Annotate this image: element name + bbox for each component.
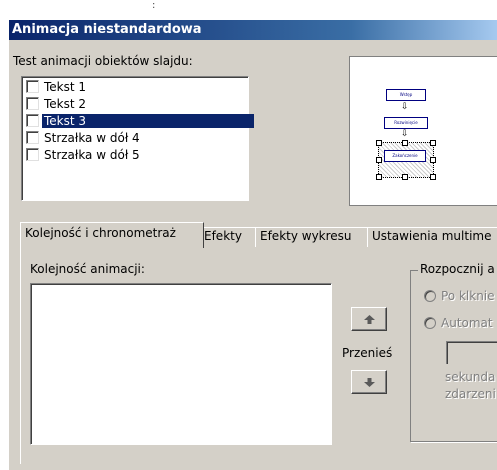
move-up-button[interactable] bbox=[351, 307, 387, 331]
list-item-label: Tekst 1 bbox=[44, 79, 87, 94]
radio-automatic[interactable] bbox=[424, 317, 436, 329]
seconds-input[interactable] bbox=[446, 341, 497, 364]
radio-on-click[interactable] bbox=[424, 290, 436, 302]
event-label: zdarzeni bbox=[445, 387, 496, 401]
slide-preview: Wstęp ⇩ Rozwinięcie ⇩ Zakończenie bbox=[349, 56, 497, 206]
tab-order-timing[interactable]: Kolejność i chronometraż bbox=[20, 222, 204, 248]
animation-order-label: Kolejność animacji: bbox=[30, 262, 145, 276]
preview-box-body: Rozwinięcie bbox=[384, 117, 428, 129]
tab-label: Efekty wykresu bbox=[260, 229, 352, 243]
preview-box-label: Rozwinięcie bbox=[394, 120, 418, 125]
arrow-down-icon bbox=[363, 377, 375, 387]
selection-handle bbox=[402, 140, 408, 146]
list-item-strzalka-4[interactable]: Strzałka w dół 4 bbox=[24, 129, 254, 146]
tab-label: Kolejność i chronometraż bbox=[25, 226, 176, 240]
checkbox[interactable] bbox=[26, 148, 39, 161]
objects-label: Test animacji obiektów slajdu: bbox=[13, 54, 193, 68]
selection-handle bbox=[376, 157, 382, 163]
selection-handle bbox=[402, 174, 408, 180]
selection-handle bbox=[430, 140, 436, 146]
animation-order-list[interactable] bbox=[30, 283, 332, 445]
tab-label: Ustawienia multime bbox=[372, 229, 492, 243]
list-item-label: Tekst 2 bbox=[44, 96, 87, 111]
tab-effects[interactable]: Efekty bbox=[199, 227, 259, 247]
preview-arrow-icon: ⇩ bbox=[401, 129, 409, 139]
top-mark: : bbox=[152, 0, 156, 11]
seconds-label: sekunda bbox=[445, 370, 496, 384]
checkbox[interactable] bbox=[26, 114, 39, 127]
tab-chart-effects[interactable]: Efekty wykresu bbox=[255, 227, 371, 247]
title-bar: Animacja niestandardowa bbox=[9, 20, 497, 40]
move-label: Przenieś bbox=[342, 346, 393, 360]
selection-handle bbox=[376, 174, 382, 180]
list-item-tekst-3[interactable]: Tekst 3 bbox=[24, 112, 254, 129]
option-on-click-label: Po klknie bbox=[441, 289, 495, 303]
list-item-tekst-1[interactable]: Tekst 1 bbox=[24, 78, 254, 95]
option-automatic-label: Automat bbox=[441, 316, 493, 330]
list-item-label: Strzałka w dół 4 bbox=[44, 130, 140, 145]
dialog-title: Animacja niestandardowa bbox=[12, 22, 202, 37]
start-animation-label: Rozpocznij a bbox=[418, 262, 497, 276]
tab-multimedia-settings[interactable]: Ustawienia multime bbox=[367, 227, 497, 247]
list-item-strzalka-5[interactable]: Strzałka w dół 5 bbox=[24, 146, 254, 163]
selection-handle bbox=[430, 174, 436, 180]
preview-box-selected: Zakończenie bbox=[384, 150, 426, 162]
selection-handle bbox=[430, 157, 436, 163]
arrow-up-icon bbox=[363, 314, 375, 324]
checkbox[interactable] bbox=[26, 97, 39, 110]
checkbox[interactable] bbox=[26, 80, 39, 93]
list-item-label: Strzałka w dół 5 bbox=[44, 147, 140, 162]
preview-box-intro: Wstęp bbox=[386, 89, 426, 101]
move-down-button[interactable] bbox=[351, 370, 387, 394]
objects-listbox[interactable]: Tekst 1 Tekst 2 Tekst 3 Strzałka w dół 4… bbox=[21, 76, 254, 201]
tab-label: Efekty bbox=[204, 229, 242, 243]
preview-box-label: Zakończenie bbox=[392, 153, 418, 158]
preview-arrow-icon: ⇩ bbox=[401, 102, 409, 112]
preview-box-label: Wstęp bbox=[399, 92, 413, 97]
checkbox[interactable] bbox=[26, 131, 39, 144]
list-item-label: Tekst 3 bbox=[42, 113, 254, 128]
selection-handle bbox=[376, 140, 382, 146]
list-item-tekst-2[interactable]: Tekst 2 bbox=[24, 95, 254, 112]
